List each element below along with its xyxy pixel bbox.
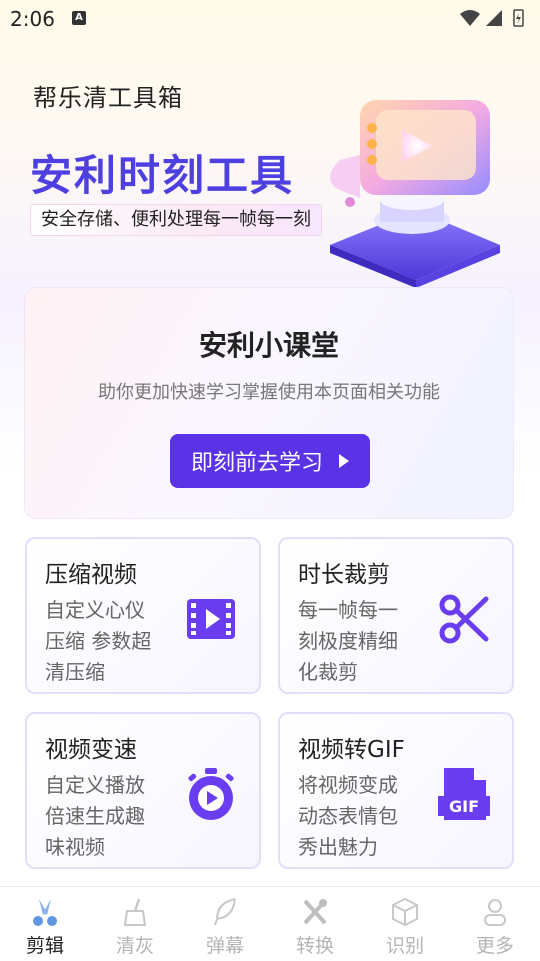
card-title: 视频转GIF [298,737,405,763]
lesson-title: 安利小课堂 [198,329,339,362]
status-time: 2:06 [10,7,55,31]
tab-more[interactable]: 更多 [450,887,540,961]
hero-title: 安利时刻工具 [30,151,295,200]
broom-icon [123,898,147,926]
play-arrow-icon [339,454,349,468]
tab-label: 更多 [475,935,514,957]
tab-recognize[interactable]: 识别 [360,887,450,961]
tab-label: 弹幕 [205,935,244,957]
tab-clean[interactable]: 清灰 [90,887,180,961]
card-description: 自定义心仪压缩 参数超清压缩 [45,598,152,684]
card-title: 压缩视频 [45,562,137,588]
tab-label: 剪辑 [25,935,64,957]
feather-icon [214,898,236,926]
stopwatch-icon [188,768,234,820]
hero-tagline: 安全存储、便利处理每一帧每一刻 [30,204,322,236]
svg-text:GIF: GIF [449,797,479,816]
tab-convert[interactable]: 转换 [270,887,360,961]
tab-danmaku[interactable]: 弹幕 [180,887,270,961]
person-icon [484,899,506,926]
card-video-speed[interactable]: 视频变速 自定义播放倍速生成趣味视频 [25,712,261,869]
start-learning-button[interactable]: 即刻前去学习 [170,434,370,488]
scissors-icon [439,594,489,644]
a-notification-icon: A [72,11,86,25]
card-description: 每一帧每一刻极度精细化裁剪 [298,598,398,684]
tab-label: 识别 [385,935,424,957]
start-learning-label: 即刻前去学习 [190,450,323,475]
tab-label: 转换 [295,935,334,957]
card-compress-video[interactable]: 压缩视频 自定义心仪压缩 参数超清压缩 [25,537,261,694]
gif-file-icon: GIF [438,768,490,820]
card-title: 时长裁剪 [298,562,390,588]
card-description: 将视频变成动态表情包秀出魅力 [298,773,398,859]
card-trim-duration[interactable]: 时长裁剪 每一帧每一刻极度精细化裁剪 [278,537,514,694]
wifi-icon [460,10,480,26]
card-description: 自定义播放倍速生成趣味视频 [45,773,145,859]
tab-edit[interactable]: 剪辑 [0,887,90,961]
tab-label: 清灰 [115,935,154,957]
card-title: 视频变速 [45,737,137,763]
cube-icon [392,897,418,927]
lesson-description: 助你更加快速学习掌握使用本页面相关功能 [98,382,440,403]
hero-subtitle: 帮乐清工具箱 [33,84,183,112]
status-bar: 2:06 A [0,0,540,36]
bottom-tab-bar: 剪辑 清灰 弹幕 转换 识别 更多 [0,886,540,961]
scissors-tab-icon [33,899,57,926]
card-video-to-gif[interactable]: 视频转GIF 将视频变成动态表情包秀出魅力 GIF [278,712,514,869]
tools-icon [303,899,327,925]
lesson-card: 安利小课堂 助你更加快速学习掌握使用本页面相关功能 即刻前去学习 [24,287,514,519]
status-icons [460,9,524,27]
video-player-illustration-icon [330,100,500,288]
video-film-icon [187,599,235,639]
cell-signal-icon [486,10,502,26]
